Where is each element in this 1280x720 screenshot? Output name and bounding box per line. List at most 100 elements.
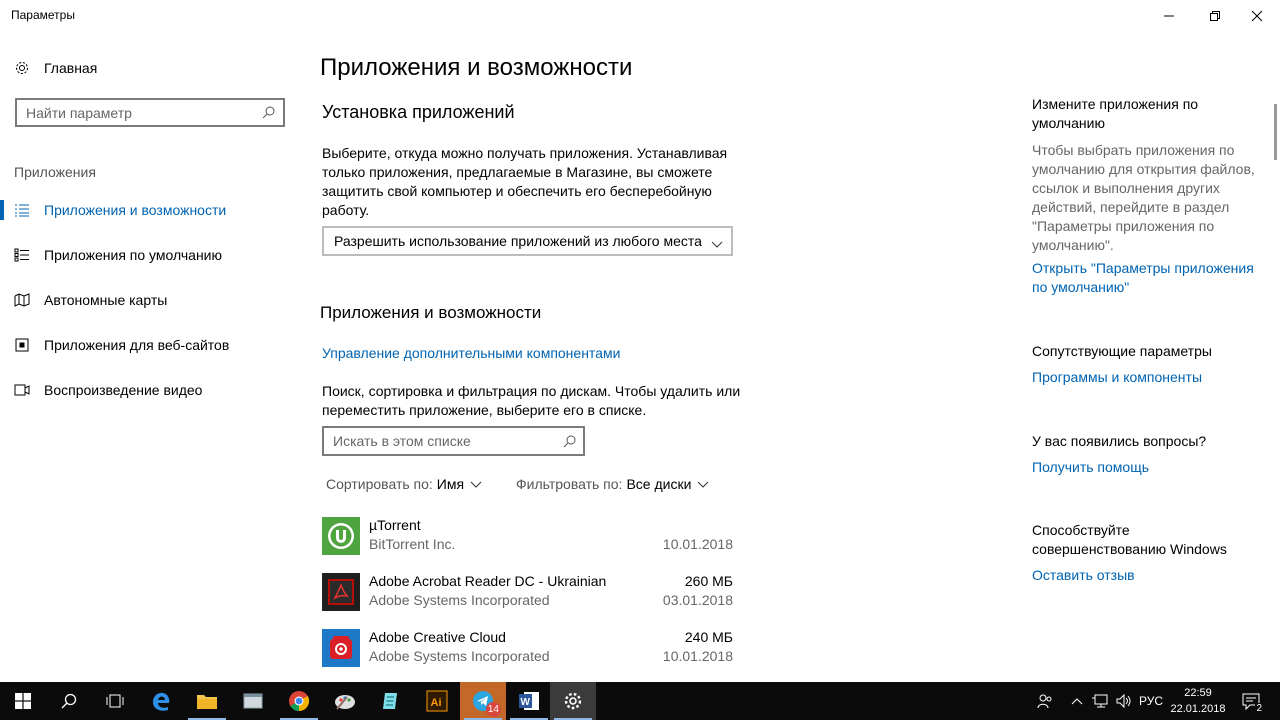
dropdown-value: Разрешить использование приложений из лю… xyxy=(334,233,702,249)
map-icon xyxy=(14,292,30,308)
default-apps-icon xyxy=(14,247,30,263)
page-title: Приложения и возможности xyxy=(320,54,633,81)
settings-search-input[interactable] xyxy=(17,100,247,125)
chevron-down-icon xyxy=(470,476,482,492)
get-help-link[interactable]: Получить помощь xyxy=(1032,458,1268,477)
task-view-button[interactable] xyxy=(92,682,138,720)
sidebar-item-label: Автономные карты xyxy=(44,292,168,308)
filter-label: Фильтровать по: xyxy=(516,476,623,492)
app-name: Adobe Creative Cloud xyxy=(369,629,506,645)
programs-features-link[interactable]: Программы и компоненты xyxy=(1032,368,1268,387)
search-icon[interactable] xyxy=(262,105,276,124)
sidebar: Главная Приложения Приложения и возможно… xyxy=(0,32,300,682)
window-title: Параметры xyxy=(11,8,75,22)
app-name: µTorrent xyxy=(369,517,421,533)
windows-logo-icon xyxy=(15,693,31,709)
feedback-heading: Способствуйте совершенствованию Windows xyxy=(1032,522,1227,557)
related-settings-heading: Сопутствующие параметры xyxy=(1032,343,1212,359)
sort-dropdown[interactable]: Сортировать по: Имя xyxy=(326,476,482,492)
sidebar-item-apps-features[interactable]: Приложения и возможности xyxy=(0,192,300,228)
app-date: 10.01.2018 xyxy=(662,536,733,552)
install-apps-heading: Установка приложений xyxy=(322,102,515,122)
taskbar-edge[interactable] xyxy=(138,682,184,720)
sidebar-item-label: Приложения и возможности xyxy=(44,202,227,218)
creative-cloud-icon xyxy=(322,629,360,667)
paint-icon xyxy=(335,695,355,710)
maximize-button[interactable] xyxy=(1192,0,1238,32)
main-content: Приложения и возможности Установка прило… xyxy=(300,32,1000,682)
app-publisher: Adobe Systems Incorporated xyxy=(369,648,550,664)
task-view-icon xyxy=(106,694,124,708)
sidebar-item-default-apps[interactable]: Приложения по умолчанию xyxy=(0,237,300,273)
apps-search-input[interactable] xyxy=(324,428,554,454)
minimize-icon xyxy=(1164,15,1174,17)
manage-optional-features-link[interactable]: Управление дополнительными компонентами xyxy=(322,345,620,361)
svg-text:Ai: Ai xyxy=(431,697,442,709)
app-size: 240 МБ xyxy=(684,629,733,645)
gear-icon xyxy=(564,692,582,710)
chevron-up-icon[interactable] xyxy=(1068,682,1086,720)
people-icon[interactable] xyxy=(1034,682,1056,720)
home-link[interactable]: Главная xyxy=(14,58,97,78)
word-icon: W xyxy=(519,692,539,710)
restore-icon xyxy=(1210,11,1220,21)
section-label-apps: Приложения xyxy=(14,164,96,180)
illustrator-icon: Ai xyxy=(426,690,448,712)
taskbar-word[interactable]: W xyxy=(506,682,552,720)
app-name: Adobe Acrobat Reader DC - Ukrainian xyxy=(369,573,607,589)
chevron-down-icon xyxy=(711,236,723,252)
language-indicator[interactable]: РУС xyxy=(1136,682,1166,720)
apps-features-heading: Приложения и возможности xyxy=(320,303,542,322)
sidebar-item-web-apps[interactable]: Приложения для веб-сайтов xyxy=(0,327,300,363)
taskbar-chrome[interactable] xyxy=(276,682,322,720)
volume-icon[interactable] xyxy=(1114,682,1134,720)
taskbar: Ai 14 W РУС 22:59 22.01.2018 2 xyxy=(0,682,1280,720)
home-label: Главная xyxy=(44,60,98,76)
taskbar-paint-app[interactable] xyxy=(322,682,368,720)
web-apps-icon xyxy=(14,337,30,353)
taskbar-settings[interactable] xyxy=(550,682,596,720)
sort-value: Имя xyxy=(436,476,465,492)
notification-badge: 14 xyxy=(485,702,501,717)
start-button[interactable] xyxy=(0,682,46,720)
taskbar-telegram[interactable]: 14 xyxy=(460,682,506,720)
app-publisher: BitTorrent Inc. xyxy=(369,536,456,552)
sidebar-item-offline-maps[interactable]: Автономные карты xyxy=(0,282,300,318)
apps-search-field[interactable] xyxy=(322,426,585,456)
app-list-item[interactable]: Adobe Acrobat Reader DC - Ukrainian Adob… xyxy=(322,573,734,629)
filter-dropdown[interactable]: Фильтровать по: Все диски xyxy=(516,476,709,492)
close-button[interactable] xyxy=(1234,0,1280,32)
app-date: 10.01.2018 xyxy=(662,648,733,664)
taskbar-app-window[interactable] xyxy=(230,682,276,720)
taskbar-explorer[interactable] xyxy=(184,682,230,720)
sidebar-item-label: Воспроизведение видео xyxy=(44,382,203,398)
give-feedback-link[interactable]: Оставить отзыв xyxy=(1032,566,1268,585)
chevron-down-icon xyxy=(697,476,709,492)
network-icon[interactable] xyxy=(1090,682,1112,720)
utorrent-icon xyxy=(322,517,360,555)
clock-time: 22:59 xyxy=(1184,687,1212,699)
app-list-item[interactable]: µTorrent BitTorrent Inc. 10.01.2018 xyxy=(322,517,734,573)
app-size: 260 МБ xyxy=(684,573,733,589)
app-date: 03.01.2018 xyxy=(662,592,733,608)
minimize-button[interactable] xyxy=(1146,0,1192,32)
search-icon[interactable] xyxy=(563,434,577,453)
open-default-apps-link[interactable]: Открыть "Параметры приложения по умолчан… xyxy=(1032,259,1268,297)
clock[interactable]: 22:59 22.01.2018 xyxy=(1166,685,1230,717)
app-list-item[interactable]: Adobe Creative Cloud Adobe Systems Incor… xyxy=(322,629,734,685)
apps-list-icon xyxy=(14,202,30,218)
video-icon xyxy=(14,382,30,398)
related-panel: Измените приложения по умолчанию Чтобы в… xyxy=(1032,32,1268,682)
taskbar-notepad-app[interactable] xyxy=(368,682,414,720)
title-bar: Параметры xyxy=(0,0,1280,32)
sidebar-item-video-playback[interactable]: Воспроизведение видео xyxy=(0,372,300,408)
taskbar-illustrator[interactable]: Ai xyxy=(414,682,460,720)
search-button[interactable] xyxy=(46,682,92,720)
scrollbar[interactable] xyxy=(1274,104,1277,160)
action-center-button[interactable]: 2 xyxy=(1236,682,1266,720)
questions-heading: У вас появились вопросы? xyxy=(1032,433,1207,449)
active-indicator xyxy=(0,200,4,220)
install-source-dropdown[interactable]: Разрешить использование приложений из лю… xyxy=(322,226,733,256)
settings-search-field[interactable] xyxy=(15,98,285,127)
sidebar-item-label: Приложения для веб-сайтов xyxy=(44,337,230,353)
